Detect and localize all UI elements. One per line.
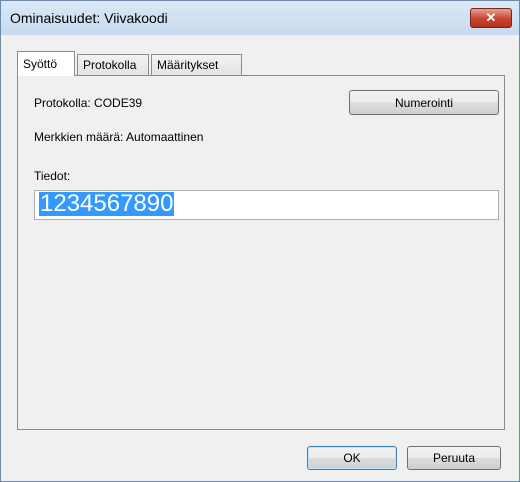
data-input[interactable]: 1234567890: [34, 190, 499, 220]
window-title: Ominaisuudet: Viivakoodi: [10, 10, 168, 26]
tab-label: Määritykset: [157, 58, 219, 72]
tab-syotto[interactable]: Syöttö: [17, 51, 75, 76]
close-icon: ✕: [485, 10, 497, 25]
tab-protokolla[interactable]: Protokolla: [77, 54, 149, 75]
ok-button[interactable]: OK: [307, 446, 397, 470]
title-bar[interactable]: Ominaisuudet: Viivakoodi ✕: [1, 1, 519, 35]
tab-label: Syöttö: [23, 57, 58, 71]
numbering-button[interactable]: Numerointi: [349, 90, 499, 115]
tab-label: Protokolla: [83, 58, 137, 72]
dialog-client-area: Syöttö Protokolla Määritykset Protokolla…: [9, 35, 511, 473]
tab-panel-syotto: Protokolla: CODE39 Numerointi Merkkien m…: [17, 75, 505, 430]
properties-dialog: Ominaisuudet: Viivakoodi ✕ Syöttö Protok…: [0, 0, 520, 482]
tab-maaritykset[interactable]: Määritykset: [151, 54, 242, 75]
data-label: Tiedot:: [34, 169, 71, 183]
data-input-value: 1234567890: [39, 190, 175, 217]
cancel-button[interactable]: Peruuta: [407, 446, 501, 470]
char-count-label: Merkkien määrä: Automaattinen: [34, 130, 204, 144]
close-button[interactable]: ✕: [470, 8, 512, 28]
protocol-label: Protokolla: CODE39: [34, 96, 143, 110]
